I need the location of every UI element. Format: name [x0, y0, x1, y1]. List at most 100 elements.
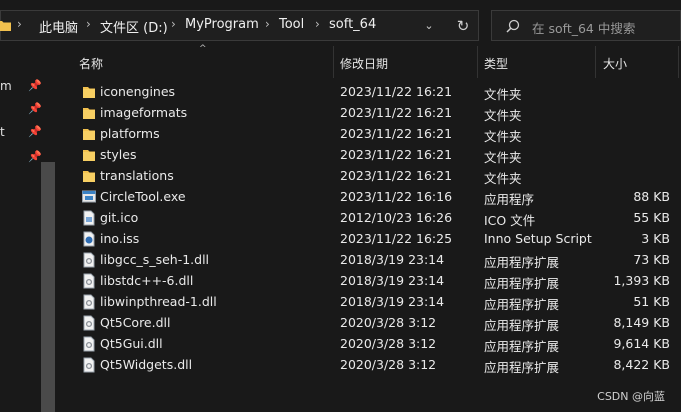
pin-icon: 📌 [28, 102, 42, 115]
file-name: CircleTool.exe [100, 189, 186, 204]
file-row[interactable]: git.ico 2012/10/23 16:26 ICO 文件 55 KB [58, 207, 681, 228]
file-row[interactable]: Qt5Gui.dll 2020/3/28 3:12 应用程序扩展 9,614 KB [58, 333, 681, 354]
file-type: 应用程序扩展 [484, 339, 560, 354]
nav-scrollbar[interactable] [41, 162, 55, 412]
column-header-row: ^ 名称 修改日期 类型 大小 [58, 44, 681, 78]
breadcrumb-separator: › [86, 17, 91, 31]
address-bar[interactable]: › 此电脑 › 文件区 (D:) › MyProgram › Tool › so… [0, 10, 479, 41]
search-input[interactable]: 在 soft_64 中搜索 [491, 10, 681, 41]
pin-icon: 📌 [28, 125, 42, 138]
nav-item[interactable]: 📌 [0, 99, 48, 121]
file-row[interactable]: imageformats 2023/11/22 16:21 文件夹 [58, 102, 681, 123]
chevron-down-icon[interactable]: ⌄ [414, 11, 444, 40]
file-row[interactable]: libstdc++-6.dll 2018/3/19 23:14 应用程序扩展 1,39… [58, 270, 681, 291]
file-type: 文件夹 [484, 150, 522, 165]
breadcrumb-separator: › [315, 17, 320, 31]
nav-item[interactable]: m 📌 [0, 76, 48, 98]
file-row[interactable]: CircleTool.exe 2023/11/22 16:16 应用程序 88 KB [58, 186, 681, 207]
file-type: 应用程序扩展 [484, 255, 560, 270]
file-size: 3 KB [641, 231, 670, 246]
file-name: git.ico [100, 210, 139, 225]
file-row[interactable]: styles 2023/11/22 16:21 文件夹 [58, 144, 681, 165]
file-modified: 2020/3/28 3:12 [340, 315, 437, 330]
file-size: 55 KB [633, 210, 670, 225]
nav-item-label: m [0, 79, 12, 93]
dll-file-icon [82, 273, 96, 289]
column-modified-label: 修改日期 [340, 57, 389, 71]
file-modified: 2012/10/23 16:26 [340, 210, 453, 225]
column-name-label: 名称 [79, 57, 104, 71]
column-size-label: 大小 [603, 57, 628, 71]
file-modified: 2023/11/22 16:21 [340, 147, 453, 162]
column-header-name[interactable]: ^ 名称 [58, 44, 334, 78]
column-header-modified[interactable]: 修改日期 [334, 46, 478, 78]
breadcrumb-tool[interactable]: Tool [279, 17, 304, 32]
file-list: ^ 名称 修改日期 类型 大小 iconengines 2023/11/22 16… [58, 44, 681, 412]
file-name: libstdc++-6.dll [100, 273, 194, 288]
file-row[interactable]: Qt5Widgets.dll 2020/3/28 3:12 应用程序扩展 8,422 … [58, 354, 681, 375]
dll-file-icon [82, 336, 96, 352]
nav-item-label: t [0, 125, 5, 139]
file-name: translations [100, 168, 174, 183]
file-type: 应用程序扩展 [484, 360, 560, 375]
column-header-type[interactable]: 类型 [478, 46, 596, 78]
search-icon [506, 19, 520, 33]
file-modified: 2023/11/22 16:21 [340, 84, 453, 99]
file-type: 文件夹 [484, 171, 522, 186]
breadcrumb-separator: › [265, 17, 270, 31]
file-modified: 2018/3/19 23:14 [340, 252, 445, 267]
file-row[interactable]: iconengines 2023/11/22 16:21 文件夹 [58, 81, 681, 102]
file-type: 应用程序扩展 [484, 318, 560, 333]
dll-file-icon [82, 315, 96, 331]
dll-file-icon [82, 294, 96, 310]
breadcrumb-soft64[interactable]: soft_64 [329, 17, 376, 32]
breadcrumb-separator: › [171, 17, 176, 31]
folder-icon [82, 105, 96, 121]
file-modified: 2023/11/22 16:21 [340, 105, 453, 120]
file-type: 应用程序扩展 [484, 297, 560, 312]
breadcrumb-separator: › [17, 17, 22, 31]
file-modified: 2018/3/19 23:14 [340, 294, 445, 309]
dll-file-icon [82, 357, 96, 373]
file-size: 8,422 KB [613, 357, 670, 372]
script-file-icon [82, 231, 96, 247]
file-row[interactable]: libwinpthread-1.dll 2018/3/19 23:14 应用程序扩展… [58, 291, 681, 312]
file-modified: 2020/3/28 3:12 [340, 357, 437, 372]
nav-item[interactable]: t 📌 [0, 122, 48, 144]
file-name: Qt5Gui.dll [100, 336, 163, 351]
file-name: libwinpthread-1.dll [100, 294, 217, 309]
file-row[interactable]: libgcc_s_seh-1.dll 2018/3/19 23:14 应用程序扩展 7… [58, 249, 681, 270]
file-name: Qt5Core.dll [100, 315, 171, 330]
file-size: 9,614 KB [613, 336, 670, 351]
dll-file-icon [82, 252, 96, 268]
file-type: 应用程序扩展 [484, 276, 560, 291]
file-size: 88 KB [633, 189, 670, 204]
file-size: 8,149 KB [613, 315, 670, 330]
file-row[interactable]: translations 2023/11/22 16:21 文件夹 [58, 165, 681, 186]
column-header-size[interactable]: 大小 [596, 46, 679, 78]
file-row[interactable]: Qt5Core.dll 2020/3/28 3:12 应用程序扩展 8,149 KB [58, 312, 681, 333]
image-file-icon [82, 210, 96, 226]
breadcrumb-myprogram[interactable]: MyProgram [185, 17, 259, 32]
file-size: 73 KB [633, 252, 670, 267]
file-name: platforms [100, 126, 160, 141]
folder-icon [82, 168, 96, 184]
file-name: libgcc_s_seh-1.dll [100, 252, 210, 267]
file-name: iconengines [100, 84, 176, 99]
file-modified: 2023/11/22 16:25 [340, 231, 453, 246]
file-row[interactable]: ino.iss 2023/11/22 16:25 Inno Setup Script… [58, 228, 681, 249]
column-type-label: 类型 [484, 57, 509, 71]
navigation-pane: m 📌 📌 t 📌 📌 [0, 52, 58, 412]
breadcrumb-this-pc[interactable]: 此电脑 [39, 17, 78, 36]
file-type: 应用程序 [484, 192, 535, 207]
refresh-icon[interactable]: ↻ [447, 11, 479, 40]
file-type: 文件夹 [484, 129, 522, 144]
breadcrumb-drive-d[interactable]: 文件区 (D:) [100, 17, 168, 36]
file-name: styles [100, 147, 137, 162]
watermark: CSDN @向蓝 [597, 390, 665, 403]
file-name: ino.iss [100, 231, 140, 246]
file-row[interactable]: platforms 2023/11/22 16:21 文件夹 [58, 123, 681, 144]
file-size: 1,393 KB [613, 273, 670, 288]
search-placeholder: 在 soft_64 中搜索 [532, 21, 636, 36]
application-icon [82, 189, 96, 205]
